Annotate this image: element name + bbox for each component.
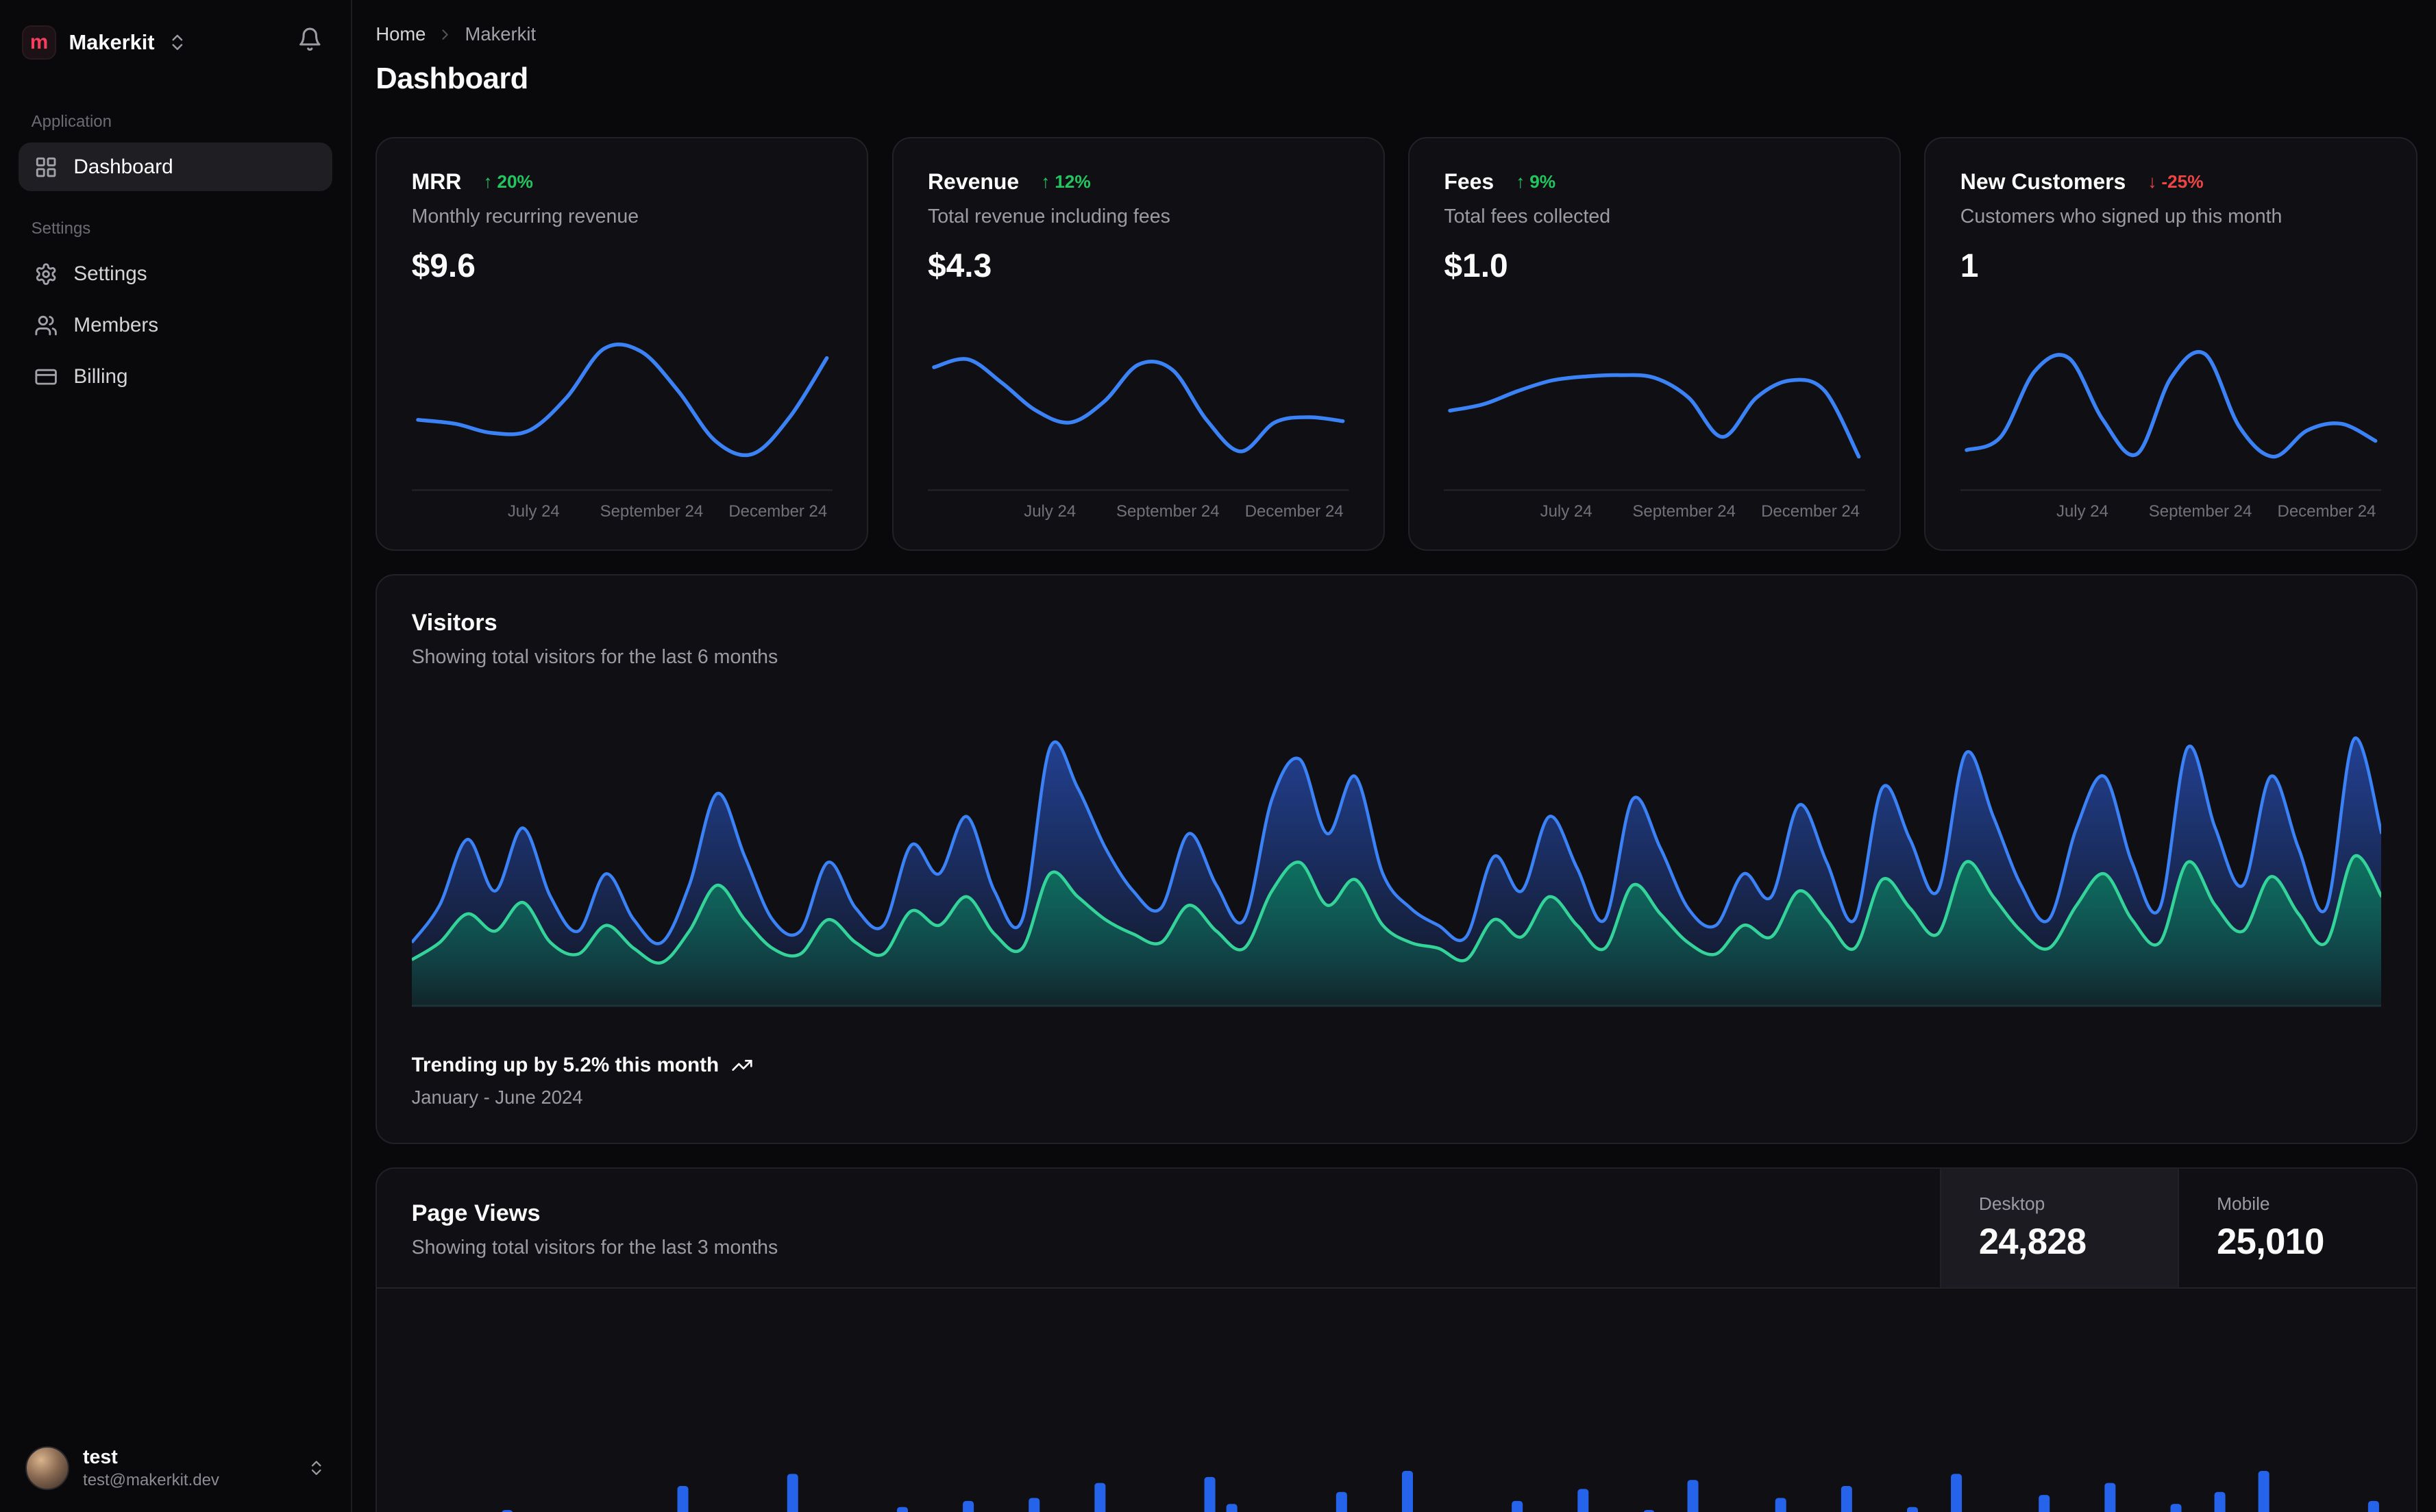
sidebar-item-label: Settings xyxy=(73,262,147,285)
stat-card-revenue: Revenue ↑ 12% Total revenue including fee… xyxy=(891,136,1385,551)
sidebar-item-label: Members xyxy=(73,314,159,337)
mobile-toggle[interactable]: Mobile 25,010 xyxy=(2178,1169,2415,1287)
stat-value: 1 xyxy=(1960,247,1979,284)
breadcrumb: Home Makerkit xyxy=(376,23,2417,45)
workspace-switcher[interactable]: m Makerkit xyxy=(19,0,332,84)
gear-icon xyxy=(34,262,58,286)
stat-value: $4.3 xyxy=(927,247,992,284)
visitors-card: Visitors Showing total visitors for the … xyxy=(376,574,2417,1145)
desktop-total: 24,828 xyxy=(1978,1222,2087,1263)
dashboard-icon xyxy=(34,156,58,179)
page-views-card: Page Views Showing total visitors for th… xyxy=(376,1167,2417,1512)
stat-card-mrr: MRR ↑ 20% Monthly recurring revenue $9.6 … xyxy=(376,136,869,551)
credit-card-icon xyxy=(34,365,58,388)
breadcrumb-current: Makerkit xyxy=(465,23,537,45)
user-menu[interactable]: test test@makerkit.dev xyxy=(19,1430,332,1512)
sidebar-item-billing[interactable]: Billing xyxy=(19,353,332,401)
stat-title: Revenue xyxy=(927,169,1020,195)
sidebar: m Makerkit Application Dashboard Setting… xyxy=(0,0,353,1512)
brand-name: Makerkit xyxy=(69,29,155,54)
stat-subtitle: Customers who signed up this month xyxy=(1960,206,2283,228)
notifications-button[interactable] xyxy=(291,21,329,64)
main-content: Home Makerkit Dashboard MRR ↑ 20% Monthly… xyxy=(352,0,2436,1512)
user-name: test xyxy=(83,1446,118,1469)
chevrons-up-down-icon xyxy=(307,1459,325,1477)
stat-value: $1.0 xyxy=(1444,247,1508,284)
x-axis-ticks: July 24 September 24 December 24 xyxy=(507,502,828,521)
stat-cards-row: MRR ↑ 20% Monthly recurring revenue $9.6 … xyxy=(376,136,2417,551)
x-axis-ticks: July 24 September 24 December 24 xyxy=(1540,502,1860,521)
trend-down-arrow-icon: ↓ xyxy=(2148,171,2157,193)
stat-card-new-customers: New Customers ↓ -25% Customers who signed… xyxy=(1924,136,2417,551)
makerkit-logo: m xyxy=(21,25,57,60)
page-views-subtitle: Showing total visitors for the last 3 mo… xyxy=(411,1236,778,1259)
mobile-total: 25,010 xyxy=(2217,1222,2324,1263)
trend-up-arrow-icon: ↑ xyxy=(1516,171,1525,193)
trending-up-icon xyxy=(731,1054,753,1076)
chevrons-up-down-icon xyxy=(167,32,188,53)
bell-icon xyxy=(297,27,323,52)
nav-section-application: Application xyxy=(31,112,112,132)
stat-subtitle: Monthly recurring revenue xyxy=(411,206,639,228)
sidebar-item-dashboard[interactable]: Dashboard xyxy=(19,142,332,192)
user-email: test@makerkit.dev xyxy=(83,1470,219,1489)
trend-badge: ↑ 12% xyxy=(1041,171,1091,193)
stat-title: Fees xyxy=(1444,169,1494,195)
new-customers-sparkline-chart: July 24 September 24 December 24 xyxy=(1960,323,2382,528)
revenue-sparkline-chart: July 24 September 24 December 24 xyxy=(927,323,1349,528)
stat-subtitle: Total revenue including fees xyxy=(927,206,1170,228)
stat-title: New Customers xyxy=(1960,169,2126,195)
trend-badge: ↑ 20% xyxy=(483,171,533,193)
users-icon xyxy=(34,314,58,337)
trend-badge: ↑ 9% xyxy=(1516,171,1556,193)
stat-subtitle: Total fees collected xyxy=(1444,206,1611,228)
user-avatar xyxy=(25,1446,69,1491)
stat-card-fees: Fees ↑ 9% Total fees collected $1.0 July … xyxy=(1408,136,1902,551)
visitors-title: Visitors xyxy=(411,610,497,636)
nav-section-settings: Settings xyxy=(31,219,91,238)
sidebar-item-settings[interactable]: Settings xyxy=(19,249,332,298)
desktop-toggle[interactable]: Desktop 24,828 xyxy=(1940,1169,2178,1287)
mrr-sparkline-chart: July 24 September 24 December 24 xyxy=(411,323,833,528)
trend-up-arrow-icon: ↑ xyxy=(1041,171,1050,193)
trend-badge: ↓ -25% xyxy=(2148,171,2204,193)
sidebar-item-label: Billing xyxy=(73,365,128,388)
fees-sparkline-chart: July 24 September 24 December 24 xyxy=(1444,323,1865,528)
breadcrumb-home[interactable]: Home xyxy=(376,23,426,45)
page-title: Dashboard xyxy=(376,62,528,96)
visitors-period: January - June 2024 xyxy=(411,1086,583,1108)
stat-value: $9.6 xyxy=(411,247,476,284)
x-axis-ticks: July 24 September 24 December 24 xyxy=(2056,502,2376,521)
visitors-subtitle: Showing total visitors for the last 6 mo… xyxy=(411,646,778,669)
app-window: m Makerkit Application Dashboard Setting… xyxy=(0,0,2436,1512)
page-views-bar-chart xyxy=(377,1289,2415,1512)
chevron-right-icon xyxy=(436,26,454,43)
x-axis-ticks: July 24 September 24 December 24 xyxy=(1024,502,1344,521)
stat-title: MRR xyxy=(411,169,462,195)
trend-up-arrow-icon: ↑ xyxy=(483,171,493,193)
visitors-trend-footer: Trending up by 5.2% this month xyxy=(412,1054,2382,1077)
sidebar-item-label: Dashboard xyxy=(73,155,173,178)
visitors-area-chart xyxy=(411,710,2382,1007)
page-views-title: Page Views xyxy=(411,1200,541,1227)
sidebar-item-members[interactable]: Members xyxy=(19,301,332,350)
